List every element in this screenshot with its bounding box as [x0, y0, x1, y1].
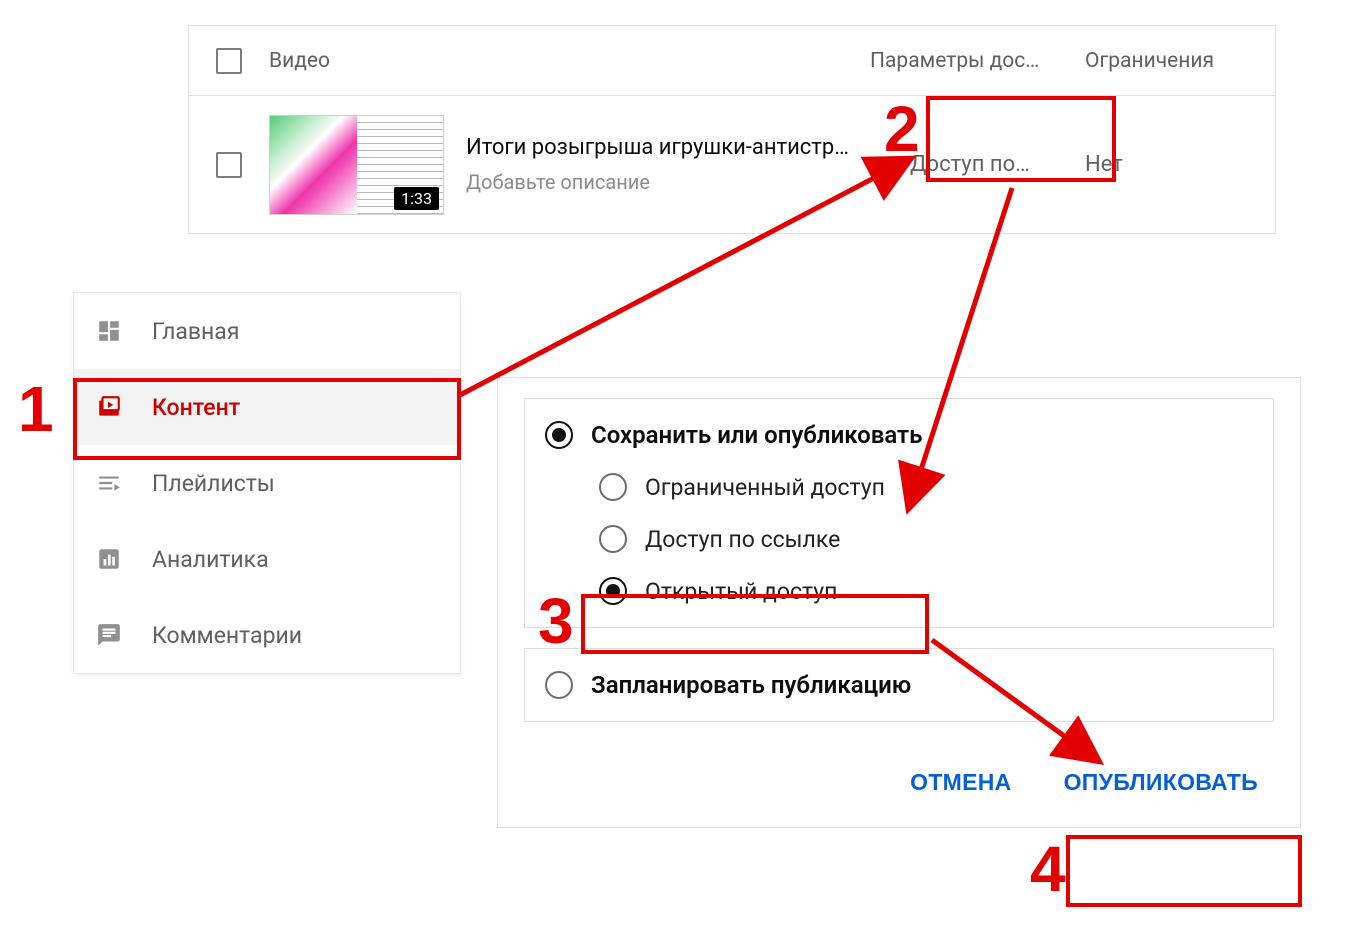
header-access: Параметры дос…	[870, 49, 1085, 73]
cancel-button[interactable]: ОТМЕНА	[904, 768, 1017, 797]
radio-public[interactable]: Открытый доступ	[599, 577, 1253, 605]
video-description-placeholder[interactable]: Добавьте описание	[466, 170, 849, 194]
radio-schedule[interactable]: Запланировать публикацию	[545, 671, 1253, 699]
content-icon	[96, 394, 122, 420]
radio-icon	[545, 421, 573, 449]
radio-unlisted[interactable]: Доступ по ссылке	[599, 525, 1253, 553]
table-header-row: Видео Параметры дос… Ограничения	[189, 26, 1275, 96]
sidebar-item-label: Аналитика	[152, 546, 269, 573]
row-checkbox-cell	[189, 152, 269, 178]
radio-label: Открытый доступ	[645, 578, 837, 605]
radio-icon	[599, 577, 627, 605]
playlist-icon	[96, 470, 122, 496]
sidebar-item-label: Комментарии	[152, 622, 302, 649]
access-label: Доступ по…	[910, 152, 1030, 177]
row-restrictions: Нет	[1085, 152, 1275, 177]
annotation-box-4	[1066, 835, 1302, 907]
sidebar-item-playlists[interactable]: Плейлисты	[74, 445, 460, 521]
radio-icon	[599, 473, 627, 501]
video-thumbnail[interactable]: 1:33	[269, 115, 444, 215]
annotation-number-4: 4	[1030, 832, 1066, 906]
annotation-number-1: 1	[18, 372, 54, 446]
dashboard-icon	[96, 318, 122, 344]
header-video: Видео	[269, 49, 870, 73]
select-all-checkbox[interactable]	[216, 48, 242, 74]
radio-save-publish[interactable]: Сохранить или опубликовать	[545, 421, 1253, 449]
sidebar: Главная Контент Плейлисты Аналитика Комм…	[73, 292, 461, 674]
sidebar-item-analytics[interactable]: Аналитика	[74, 521, 460, 597]
publish-button[interactable]: ОПУБЛИКОВАТЬ	[1058, 768, 1264, 797]
analytics-icon	[96, 546, 122, 572]
radio-label: Сохранить или опубликовать	[591, 421, 922, 449]
sidebar-item-content[interactable]: Контент	[74, 369, 460, 445]
row-access-cell[interactable]: Доступ по…	[870, 151, 1085, 179]
sidebar-item-comments[interactable]: Комментарии	[74, 597, 460, 673]
header-checkbox-cell	[189, 48, 269, 74]
sidebar-item-home[interactable]: Главная	[74, 293, 460, 369]
visibility-icon	[870, 151, 898, 179]
comments-icon	[96, 622, 122, 648]
video-duration: 1:33	[394, 187, 439, 210]
radio-icon	[545, 671, 573, 699]
header-restrictions: Ограничения	[1085, 49, 1275, 73]
radio-label: Запланировать публикацию	[591, 671, 911, 699]
video-table: Видео Параметры дос… Ограничения 1:33 Ит…	[188, 25, 1276, 234]
save-publish-card: Сохранить или опубликовать Ограниченный …	[524, 398, 1274, 628]
video-title[interactable]: Итоги розыгрыша игрушки-антистр…	[466, 135, 849, 160]
radio-icon	[599, 525, 627, 553]
schedule-card: Запланировать публикацию	[524, 648, 1274, 722]
radio-label: Ограниченный доступ	[645, 474, 885, 501]
sidebar-item-label: Плейлисты	[152, 470, 275, 497]
video-meta: Итоги розыгрыша игрушки-антистр… Добавьт…	[466, 135, 849, 194]
visibility-dialog: Сохранить или опубликовать Ограниченный …	[497, 377, 1301, 828]
sidebar-item-label: Главная	[152, 318, 239, 345]
radio-private[interactable]: Ограниченный доступ	[599, 473, 1253, 501]
row-video-cell: 1:33 Итоги розыгрыша игрушки-антистр… До…	[269, 115, 870, 215]
radio-label: Доступ по ссылке	[645, 526, 840, 553]
sidebar-item-label: Контент	[152, 394, 240, 421]
table-row[interactable]: 1:33 Итоги розыгрыша игрушки-антистр… До…	[189, 96, 1275, 234]
row-checkbox[interactable]	[216, 152, 242, 178]
dialog-actions: ОТМЕНА ОПУБЛИКОВАТЬ	[498, 742, 1300, 827]
